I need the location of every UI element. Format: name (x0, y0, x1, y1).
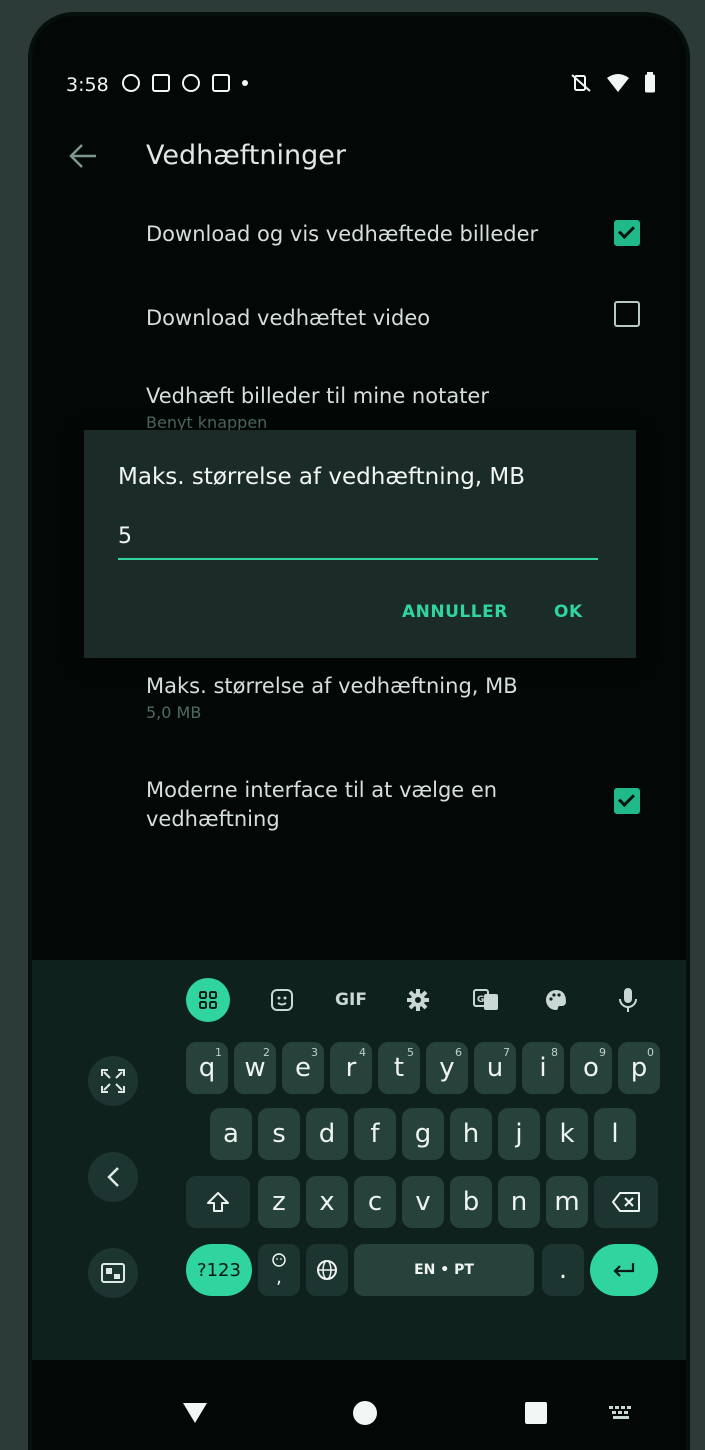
back-arrow-icon[interactable] (68, 142, 98, 170)
pref-title: Download og vis vedhæftede billeder (146, 222, 539, 246)
emoji-icon (272, 1252, 286, 1267)
globe-icon (317, 1260, 337, 1280)
space-key[interactable]: EN • PT (354, 1244, 534, 1296)
wifi-icon (607, 74, 629, 92)
key-k[interactable]: k (546, 1108, 588, 1160)
key-v[interactable]: v (402, 1176, 444, 1228)
key-l[interactable]: l (594, 1108, 636, 1160)
enter-icon (613, 1263, 635, 1277)
resize-keyboard-icon[interactable] (88, 1056, 138, 1106)
enter-key[interactable] (590, 1244, 658, 1296)
attachment-size-dialog: Maks. størrelse af vedhæftning, MB ANNUL… (84, 430, 636, 658)
pref-download-images[interactable]: Download og vis vedhæftede billeder (146, 220, 606, 249)
pref-title: Moderne interface til at vælge en vedhæf… (146, 778, 498, 831)
pref-download-video[interactable]: Download vedhæftet video (146, 304, 606, 333)
key-e[interactable]: e3 (282, 1042, 324, 1094)
key-r[interactable]: r4 (330, 1042, 372, 1094)
translate-icon[interactable]: G (466, 978, 506, 1022)
system-status-icons (570, 72, 656, 94)
ok-button[interactable]: OK (548, 598, 589, 626)
back-nav-icon[interactable] (182, 1402, 208, 1424)
key-w[interactable]: w2 (234, 1042, 276, 1094)
size-input[interactable] (118, 514, 598, 560)
status-time: 3:58 (66, 74, 109, 96)
key-d[interactable]: d (306, 1108, 348, 1160)
settings-icon[interactable] (398, 978, 438, 1022)
key-p[interactable]: p0 (618, 1042, 660, 1094)
screen: 3:58 Vedhæftninger Download og vis vedhæ… (32, 16, 686, 1450)
key-y[interactable]: y6 (426, 1042, 468, 1094)
home-nav-icon[interactable] (352, 1400, 378, 1426)
pref-subtitle: 5,0 MB (146, 703, 202, 722)
shift-key[interactable] (186, 1176, 250, 1228)
keyboard: GIF G q 1 w 2 e 3 r 4 t 5 y 6 u 7 i 8 o … (32, 960, 686, 1360)
page-title: Vedhæftninger (146, 140, 346, 171)
recents-nav-icon[interactable] (524, 1401, 548, 1425)
period-key[interactable]: . (542, 1244, 584, 1296)
dialog-title: Maks. størrelse af vedhæftning, MB (118, 464, 526, 490)
key-j[interactable]: j (498, 1108, 540, 1160)
floating-keyboard-icon[interactable] (88, 1248, 138, 1298)
apps-icon[interactable] (186, 978, 230, 1022)
key-h[interactable]: h (450, 1108, 492, 1160)
notification-icon (122, 74, 140, 92)
key-g[interactable]: g (402, 1108, 444, 1160)
pref-attach-images-notes[interactable]: Vedhæft billeder til mine notater Benyt … (146, 382, 606, 432)
key-m[interactable]: m (546, 1176, 588, 1228)
location-icon (182, 74, 200, 92)
key-o[interactable]: o9 (570, 1042, 612, 1094)
key-z[interactable]: z (258, 1176, 300, 1228)
key-f[interactable]: f (354, 1108, 396, 1160)
chevron-left-icon[interactable] (88, 1152, 138, 1202)
gif-button[interactable]: GIF (326, 978, 376, 1022)
key-c[interactable]: c (354, 1176, 396, 1228)
palette-icon[interactable] (536, 978, 576, 1022)
backspace-key[interactable] (594, 1176, 658, 1228)
key-n[interactable]: n (498, 1176, 540, 1228)
key-s[interactable]: s (258, 1108, 300, 1160)
key-b[interactable]: b (450, 1176, 492, 1228)
pref-title: Maks. størrelse af vedhæftning, MB (146, 674, 518, 698)
key-a[interactable]: a (210, 1108, 252, 1160)
backspace-icon (612, 1192, 640, 1212)
symbols-key[interactable]: ?123 (186, 1244, 252, 1296)
microphone-icon[interactable] (608, 978, 648, 1022)
key-x[interactable]: x (306, 1176, 348, 1228)
key-u[interactable]: u7 (474, 1042, 516, 1094)
checkbox-modern-picker[interactable] (614, 788, 640, 814)
emoji-comma-key[interactable]: , (258, 1244, 300, 1296)
navigation-bar (32, 1360, 686, 1450)
cancel-button[interactable]: ANNULLER (396, 598, 514, 626)
more-notifications-icon (242, 80, 248, 86)
keyboard-toolbar: GIF G (32, 978, 686, 1022)
sim-icon (152, 74, 170, 92)
svg-text:G: G (477, 995, 484, 1005)
checkbox-download-images[interactable] (614, 220, 640, 246)
pref-title: Download vedhæftet video (146, 306, 431, 330)
pref-max-attachment-size[interactable]: Maks. størrelse af vedhæftning, MB 5,0 M… (146, 672, 606, 722)
battery-icon (645, 72, 655, 93)
comma-label: , (276, 1266, 282, 1288)
pref-modern-picker[interactable]: Moderne interface til at vælge en vedhæf… (146, 776, 576, 834)
sticker-icon[interactable] (262, 978, 302, 1022)
notification-icons (122, 74, 248, 92)
key-q[interactable]: q1 (186, 1042, 228, 1094)
mute-vibrate-icon (571, 74, 591, 92)
key-i[interactable]: i8 (522, 1042, 564, 1094)
checkbox-download-video[interactable] (614, 301, 640, 327)
shift-icon (207, 1192, 229, 1212)
bag-icon (212, 74, 230, 92)
phone-frame: 3:58 Vedhæftninger Download og vis vedhæ… (28, 12, 690, 1450)
language-key[interactable] (306, 1244, 348, 1296)
key-t[interactable]: t5 (378, 1042, 420, 1094)
keyboard-switcher-icon[interactable] (608, 1405, 634, 1421)
pref-title: Vedhæft billeder til mine notater (146, 384, 489, 408)
